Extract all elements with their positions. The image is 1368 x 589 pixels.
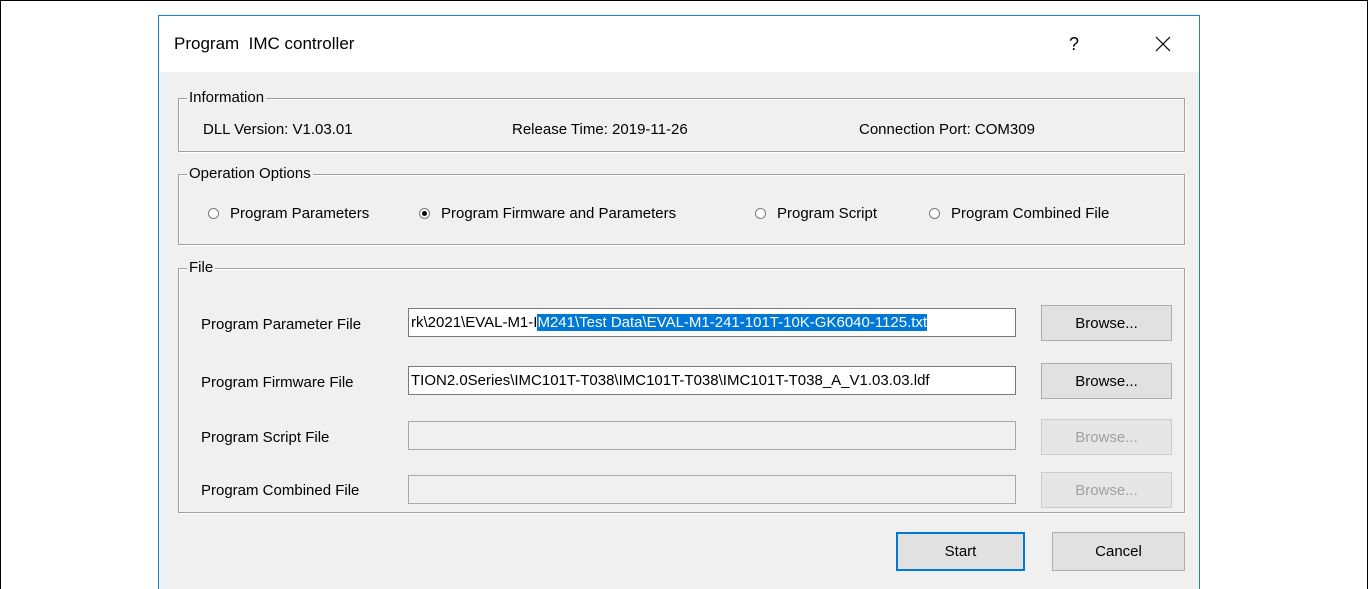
input-text-plain: rk\2021\EVAL-M1-I	[411, 314, 538, 331]
release-time: Release Time: 2019-11-26	[512, 121, 688, 138]
start-button[interactable]: Start	[896, 532, 1025, 571]
radio-selected-icon	[419, 208, 430, 219]
browse-combined-file-button: Browse...	[1041, 472, 1172, 508]
input-text-plain: TION2.0Series\IMC101T-T038\IMC101T-T038\…	[411, 372, 930, 389]
radio-program-combined-file[interactable]: Program Combined File	[929, 205, 1109, 222]
help-icon: ?	[1068, 33, 1079, 54]
radio-program-firmware-and-parameters[interactable]: Program Firmware and Parameters	[419, 205, 676, 222]
title-bar: Program IMC controller ?	[159, 16, 1199, 72]
browse-parameter-file-button[interactable]: Browse...	[1041, 305, 1172, 341]
radio-label: Program Combined File	[951, 205, 1110, 222]
program-parameter-file-label: Program Parameter File	[201, 316, 362, 333]
cancel-button[interactable]: Cancel	[1052, 532, 1185, 571]
program-imc-controller-dialog: Program IMC controller ? Information DLL…	[158, 15, 1200, 589]
operation-options-group: Operation Options Program Parameters Pro…	[178, 165, 1185, 245]
dll-version: DLL Version: V1.03.01	[203, 121, 353, 138]
operation-options-group-label: Operation Options	[187, 165, 313, 183]
input-text-selected: M241\Test Data\EVAL-M1-241-101T-10K-GK60…	[537, 314, 928, 331]
program-combined-file-input	[408, 475, 1016, 504]
browse-script-file-button: Browse...	[1041, 419, 1172, 455]
help-button[interactable]: ?	[1051, 24, 1097, 64]
close-button[interactable]	[1133, 24, 1193, 64]
connection-port: Connection Port: COM309	[859, 121, 1035, 138]
program-script-file-input	[408, 421, 1016, 450]
program-script-file-label: Program Script File	[201, 429, 330, 446]
radio-circle-icon	[929, 208, 940, 219]
information-group-label: Information	[187, 89, 267, 107]
information-group: Information DLL Version: V1.03.01 Releas…	[178, 89, 1185, 152]
close-icon	[1155, 36, 1171, 52]
program-firmware-file-input[interactable]: TION2.0Series\IMC101T-T038\IMC101T-T038\…	[408, 366, 1016, 395]
file-group: File Program Parameter File rk\2021\EVAL…	[178, 259, 1185, 513]
file-group-label: File	[187, 259, 216, 277]
radio-label: Program Firmware and Parameters	[441, 205, 677, 222]
radio-program-script[interactable]: Program Script	[755, 205, 877, 222]
radio-label: Program Script	[777, 205, 878, 222]
program-firmware-file-label: Program Firmware File	[201, 374, 354, 391]
radio-circle-icon	[208, 208, 219, 219]
dialog-title: Program IMC controller	[174, 34, 355, 53]
radio-program-parameters[interactable]: Program Parameters	[208, 205, 369, 222]
screen: Program IMC controller ? Information DLL…	[0, 0, 1368, 589]
program-combined-file-label: Program Combined File	[201, 482, 360, 499]
radio-label: Program Parameters	[230, 205, 370, 222]
program-parameter-file-input[interactable]: rk\2021\EVAL-M1-IM241\Test Data\EVAL-M1-…	[408, 308, 1016, 337]
radio-circle-icon	[755, 208, 766, 219]
browse-firmware-file-button[interactable]: Browse...	[1041, 363, 1172, 399]
